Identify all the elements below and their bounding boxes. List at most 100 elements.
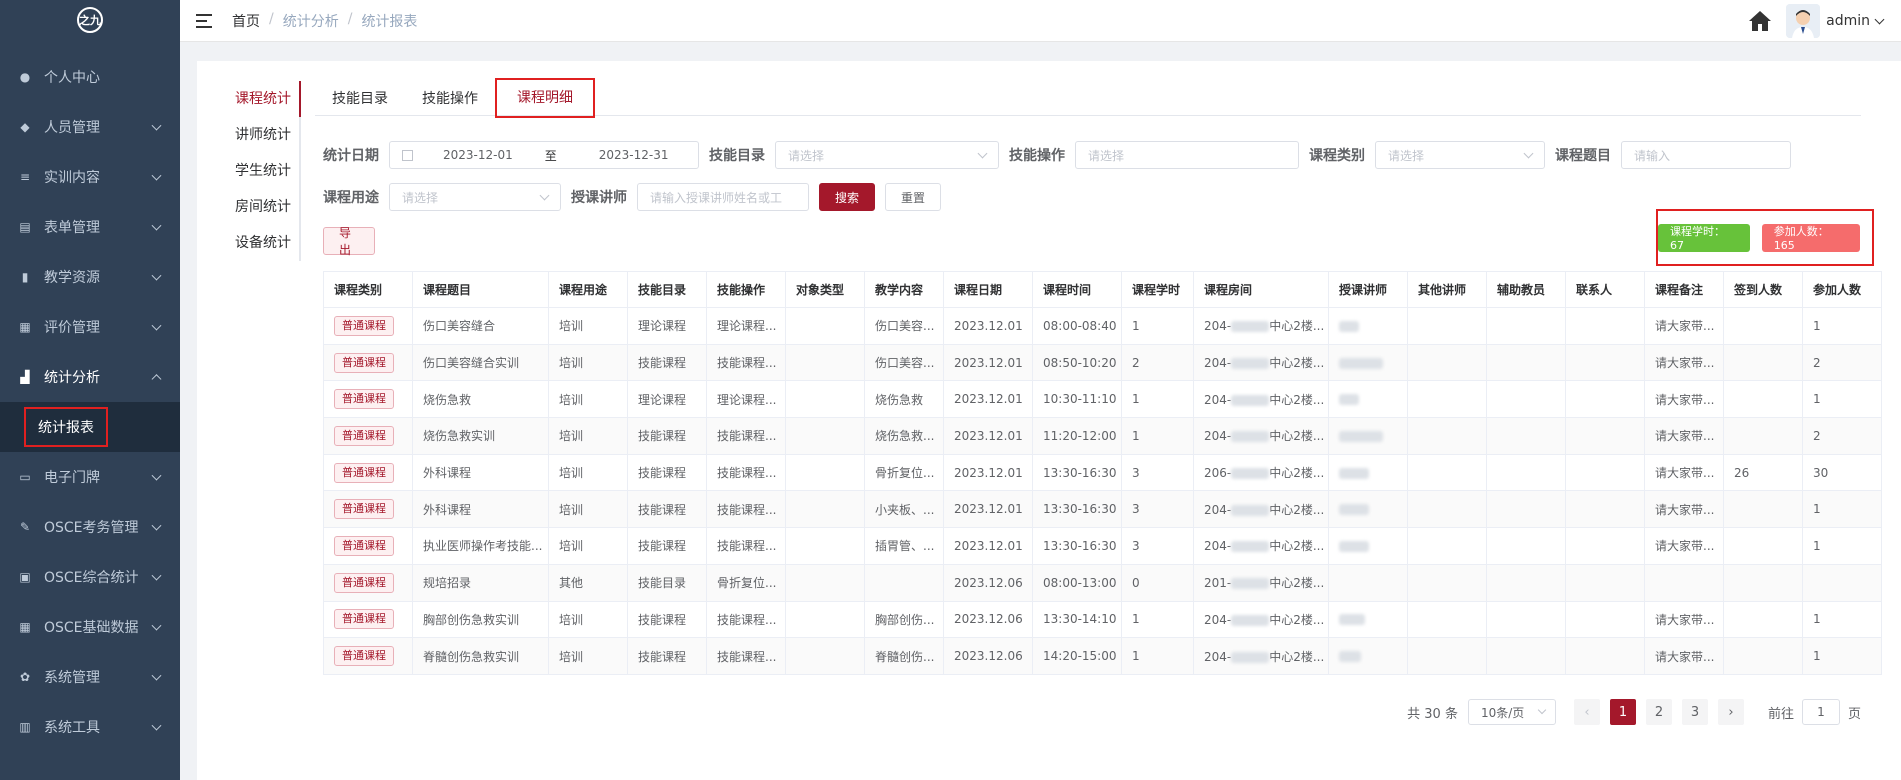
cell-skill-dir: 技能课程 bbox=[627, 417, 707, 455]
cell-time: 13:30-16:30 bbox=[1032, 527, 1122, 565]
sidebar-item-4[interactable]: ▮ 教学资源 bbox=[0, 252, 180, 302]
tab-course-detail[interactable]: 课程明细 bbox=[495, 78, 595, 118]
cell-title: 胸部创伤急救实训 bbox=[412, 600, 549, 639]
form-icon: ▤ bbox=[19, 220, 31, 234]
sidebar-item-8[interactable]: ✎ OSCE考务管理 bbox=[0, 502, 180, 552]
sidebar-item-1[interactable]: ◆ 人员管理 bbox=[0, 102, 180, 152]
cell-type: 普通课程 bbox=[323, 343, 413, 382]
column-header: 技能操作 bbox=[706, 271, 786, 308]
room-code: 206- bbox=[1204, 466, 1232, 481]
chevron-down-icon[interactable] bbox=[1874, 14, 1885, 24]
sidebar-item-10[interactable]: ▦ OSCE基础数据 bbox=[0, 602, 180, 652]
cell-skill-dir: 理论课程 bbox=[627, 380, 707, 419]
redacted-text bbox=[1231, 651, 1270, 663]
home-icon[interactable] bbox=[1748, 10, 1772, 32]
cell-skill-dir: 技能课程 bbox=[627, 453, 707, 492]
sidebar-item-label: 系统管理 bbox=[44, 670, 100, 686]
sidebar-item-5[interactable]: ▦ 评价管理 bbox=[0, 302, 180, 352]
skill-dir-select[interactable]: 请选择 bbox=[775, 141, 999, 169]
purpose-select[interactable]: 请选择 bbox=[389, 183, 561, 211]
cell-type: 普通课程 bbox=[323, 417, 413, 455]
export-button[interactable]: 导出 bbox=[323, 226, 375, 257]
page-3-button[interactable]: 3 bbox=[1681, 699, 1708, 725]
cell-skill-dir: 理论课程 bbox=[627, 307, 707, 345]
course-type-label: 课程类别 bbox=[1309, 148, 1365, 164]
nav-student-stats[interactable]: 学生统计 bbox=[221, 153, 299, 189]
cell-content: 烧伤急救 bbox=[864, 380, 944, 419]
page-size-select[interactable]: 10条/页 bbox=[1467, 699, 1556, 725]
cell-attend: 1 bbox=[1802, 380, 1882, 419]
sidebar-item-7[interactable]: ▭ 电子门牌 bbox=[0, 452, 180, 502]
clipboard-icon: ▦ bbox=[19, 320, 31, 334]
date-range-picker[interactable]: 2023-12-01 至 2023-12-31 bbox=[389, 141, 699, 169]
cell-time: 08:00-08:40 bbox=[1032, 307, 1122, 345]
cell-contact bbox=[1565, 417, 1645, 455]
cell-contact bbox=[1565, 307, 1645, 345]
cell-contact bbox=[1565, 380, 1645, 419]
cell-skill-op: 技能课程... bbox=[706, 600, 786, 639]
tab-skill-directory[interactable]: 技能目录 bbox=[315, 81, 405, 116]
breadcrumb-home[interactable]: 首页 bbox=[232, 11, 260, 31]
cell-contact bbox=[1565, 637, 1645, 675]
table-row: 普通课程 烧伤急救实训 培训 技能课程 技能课程... 烧伤急救... 2023.12.01… bbox=[323, 417, 1882, 455]
course-type-tag: 普通课程 bbox=[334, 462, 394, 483]
table-row: 普通课程 脊髓创伤急救实训 培训 技能课程 技能课程... 脊髓创伤... 2023.12.… bbox=[323, 637, 1882, 675]
cell-time: 08:00-13:00 bbox=[1032, 563, 1122, 602]
content-panel: 课程统计 讲师统计 学生统计 房间统计 设备统计 技能目录 技能操作 课程明细 … bbox=[197, 61, 1901, 780]
cell-purpose: 培训 bbox=[548, 417, 628, 455]
sidebar-item-3[interactable]: ▤ 表单管理 bbox=[0, 202, 180, 252]
avatar[interactable] bbox=[1786, 4, 1821, 38]
skill-op-select[interactable]: 请选择 bbox=[1075, 141, 1299, 169]
username[interactable]: admin bbox=[1826, 13, 1870, 29]
course-title-input[interactable]: 请输入 bbox=[1621, 141, 1791, 169]
nav-device-stats[interactable]: 设备统计 bbox=[221, 225, 299, 261]
goto-page-input[interactable]: 1 bbox=[1801, 699, 1840, 725]
cell-skill-op: 技能课程... bbox=[706, 453, 786, 492]
cell-signed bbox=[1723, 527, 1803, 565]
page-1-button[interactable]: 1 bbox=[1609, 699, 1636, 725]
reset-button[interactable]: 重置 bbox=[885, 183, 942, 211]
room-code: 201- bbox=[1204, 576, 1232, 591]
cell-hours: 3 bbox=[1121, 527, 1194, 565]
nav-room-stats[interactable]: 房间统计 bbox=[221, 189, 299, 225]
cell-purpose: 培训 bbox=[548, 490, 628, 529]
cell-other bbox=[1407, 600, 1487, 639]
next-page-button[interactable]: › bbox=[1717, 699, 1744, 725]
prev-page-button[interactable]: ‹ bbox=[1573, 699, 1600, 725]
column-header: 课程学时 bbox=[1121, 271, 1194, 308]
tab-skill-operation[interactable]: 技能操作 bbox=[405, 81, 495, 116]
teacher-input[interactable]: 请输入授课讲师姓名或工 bbox=[637, 183, 809, 211]
sidebar-item-9[interactable]: ▣ OSCE综合统计 bbox=[0, 552, 180, 602]
cell-signed bbox=[1723, 307, 1803, 345]
redacted-teacher bbox=[1339, 467, 1369, 479]
sidebar-item-2[interactable]: ≡ 实训内容 bbox=[0, 152, 180, 202]
skill-op-placeholder: 请选择 bbox=[1088, 148, 1125, 163]
column-header: 签到人数 bbox=[1723, 271, 1803, 308]
cell-room: 206- 中心2楼... bbox=[1193, 453, 1329, 492]
sidebar-item-label: 统计分析 bbox=[44, 370, 100, 386]
cell-signed bbox=[1723, 343, 1803, 382]
submenu-item-report[interactable]: 统计报表 bbox=[24, 407, 108, 447]
cell-contact bbox=[1565, 527, 1645, 565]
screen-icon: ▣ bbox=[19, 570, 31, 584]
redacted-teacher bbox=[1339, 504, 1369, 516]
cell-skill-dir: 技能课程 bbox=[627, 637, 707, 675]
menu-toggle-icon[interactable] bbox=[196, 13, 212, 28]
cell-note: 请大家带... bbox=[1644, 453, 1724, 492]
search-button[interactable]: 搜索 bbox=[819, 183, 876, 211]
course-type-select[interactable]: 请选择 bbox=[1375, 141, 1545, 169]
cell-teacher bbox=[1328, 380, 1408, 419]
nav-course-stats[interactable]: 课程统计 bbox=[221, 81, 301, 117]
sidebar-item-11[interactable]: ✿ 系统管理 bbox=[0, 652, 180, 702]
cell-hours: 1 bbox=[1121, 417, 1194, 455]
sidebar-item-6[interactable]: ▟ 统计分析 bbox=[0, 352, 180, 402]
nav-teacher-stats[interactable]: 讲师统计 bbox=[221, 117, 299, 153]
sidebar-item-12[interactable]: ▥ 系统工具 bbox=[0, 702, 180, 752]
page-2-button[interactable]: 2 bbox=[1645, 699, 1672, 725]
sidebar-item-label: 系统工具 bbox=[44, 720, 100, 736]
logo-mark: 之九 bbox=[77, 7, 103, 33]
sidebar-item-0[interactable]: ● 个人中心 bbox=[0, 52, 180, 102]
cell-purpose: 培训 bbox=[548, 380, 628, 419]
sidebar-item-label: 实训内容 bbox=[44, 170, 100, 186]
breadcrumb-stats[interactable]: 统计分析 bbox=[283, 11, 339, 31]
